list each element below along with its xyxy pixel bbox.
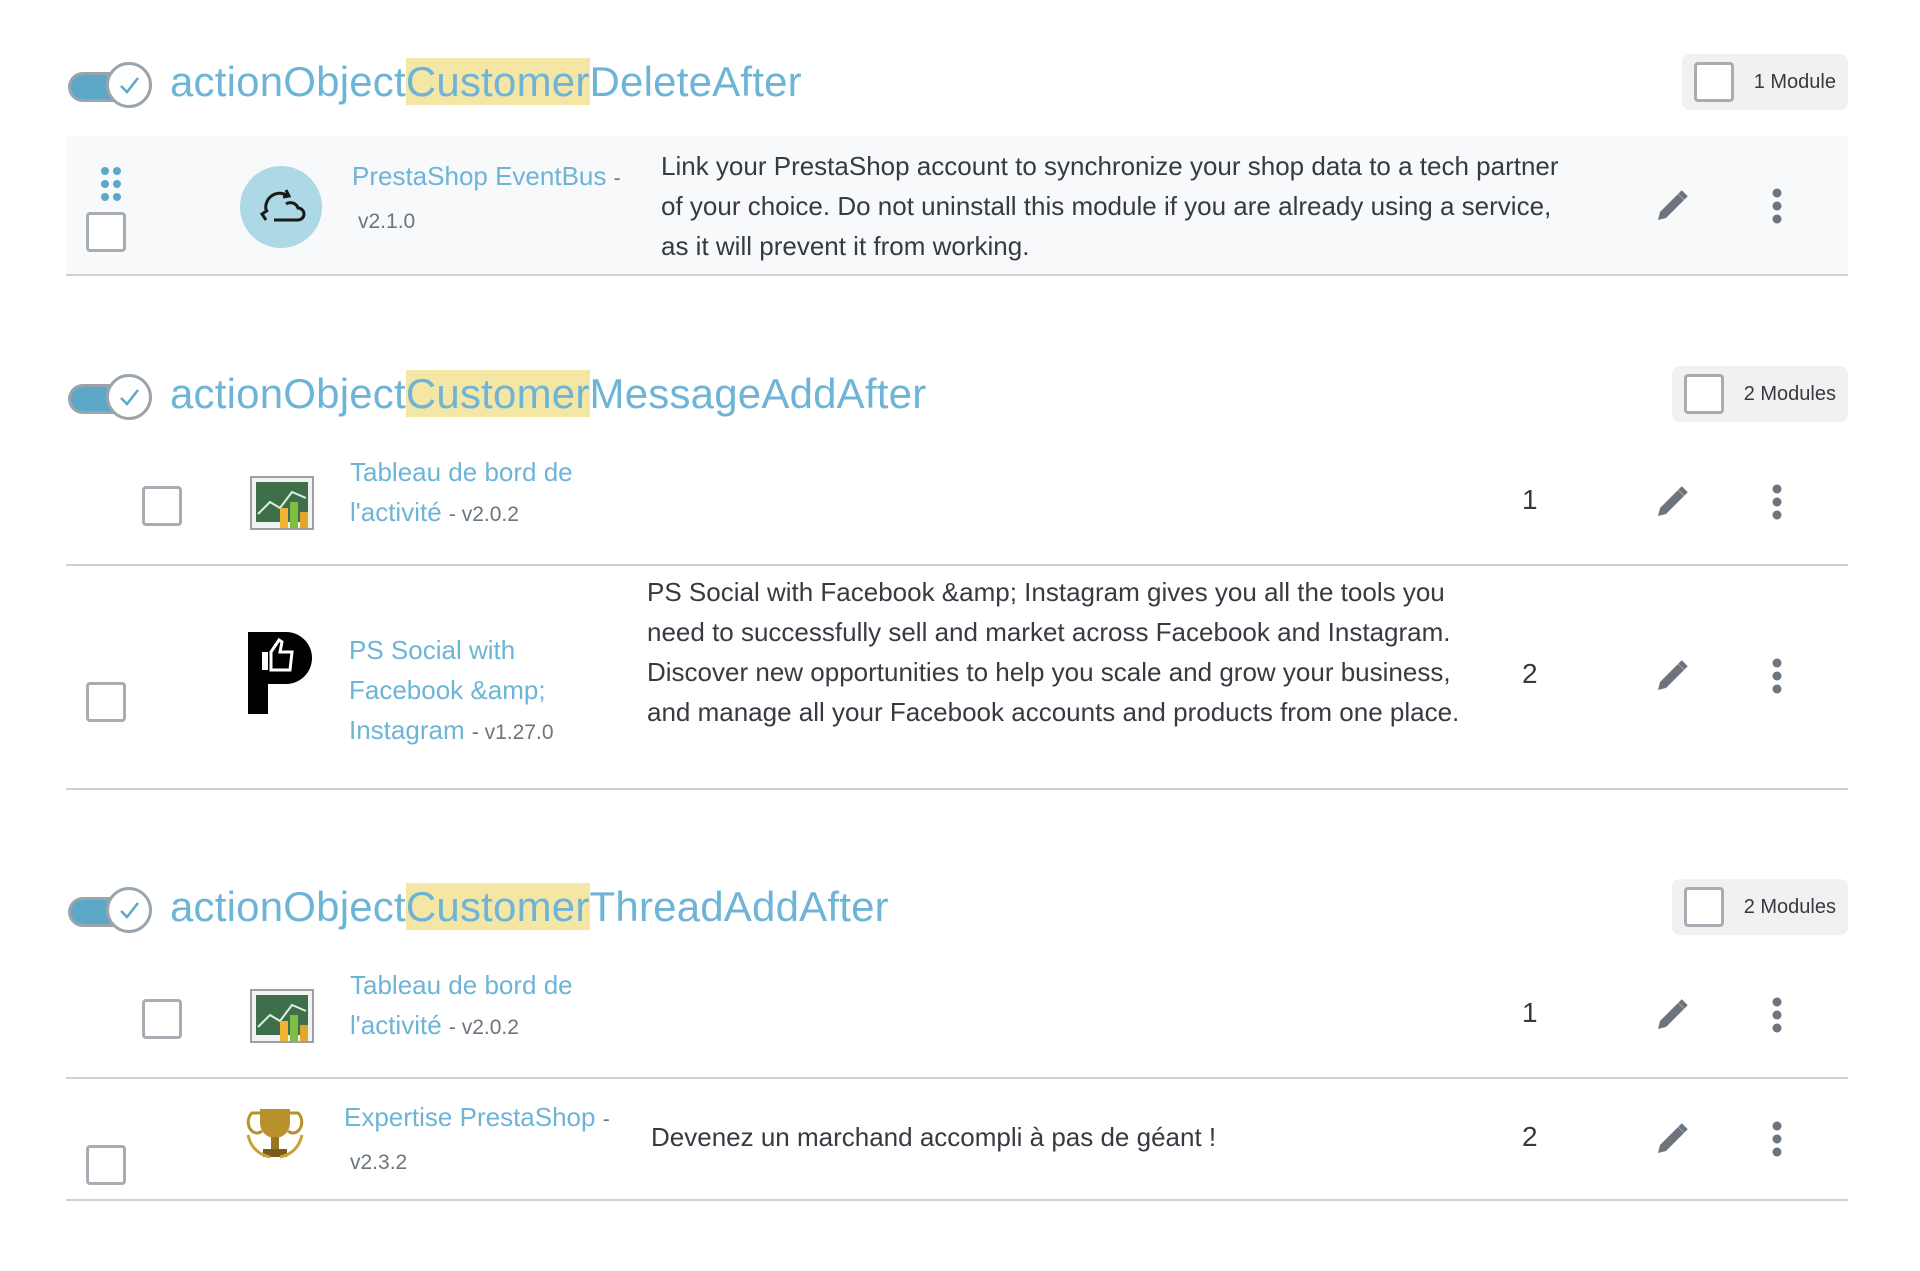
drag-handle-icon[interactable] — [100, 166, 122, 207]
module-position: 1 — [1522, 484, 1538, 515]
module-name-link[interactable]: Expertise PrestaShop - v2.3.2 — [344, 1097, 664, 1183]
dashboard-chart-icon — [250, 476, 314, 537]
hook-toggle[interactable] — [66, 62, 152, 108]
module-position: 1 — [1522, 997, 1538, 1028]
hook-section: actionObjectCustomerThreadAddAfter 2 Mod… — [66, 875, 1848, 1201]
module-checkbox[interactable] — [142, 999, 182, 1039]
hook-title: actionObjectCustomerMessageAddAfter — [170, 370, 927, 417]
more-options-icon[interactable] — [1771, 997, 1783, 1033]
hook-header: actionObjectCustomerMessageAddAfter 2 Mo… — [66, 362, 1848, 432]
edit-icon[interactable] — [1654, 188, 1690, 224]
module-count: 2 Modules — [1743, 382, 1836, 405]
module-count-badge: 2 Modules — [1671, 366, 1848, 422]
module-name-link[interactable]: PrestaShop EventBus - v2.1.0 — [352, 156, 652, 242]
module-count: 2 Modules — [1743, 895, 1836, 918]
hook-header: actionObjectCustomerDeleteAfter 1 Module — [66, 50, 1848, 120]
search-highlight: Customer — [405, 58, 590, 105]
edit-icon[interactable] — [1654, 658, 1690, 694]
module-name-link[interactable]: PS Social with Facebook &amp; Instagram … — [349, 630, 609, 753]
hook-section: actionObjectCustomerMessageAddAfter 2 Mo… — [66, 362, 1848, 790]
sync-cloud-icon — [240, 166, 322, 253]
select-all-checkbox[interactable] — [1683, 374, 1724, 414]
module-row: PrestaShop EventBus - v2.1.0 Link your P… — [66, 136, 1848, 276]
module-name-link[interactable]: Tableau de bord de l'activité - v2.0.2 — [350, 452, 670, 535]
hook-header: actionObjectCustomerThreadAddAfter 2 Mod… — [66, 875, 1848, 945]
module-row: PS Social with Facebook &amp; Instagram … — [66, 566, 1848, 790]
module-checkbox[interactable] — [142, 486, 182, 526]
dashboard-chart-icon — [250, 989, 314, 1050]
more-options-icon[interactable] — [1771, 1121, 1783, 1157]
module-count: 1 Module — [1753, 70, 1836, 93]
more-options-icon[interactable] — [1771, 484, 1783, 520]
edit-icon[interactable] — [1654, 997, 1690, 1033]
hook-toggle[interactable] — [66, 374, 152, 420]
select-all-checkbox[interactable] — [1683, 887, 1724, 927]
more-options-icon[interactable] — [1771, 188, 1783, 224]
module-checkbox[interactable] — [86, 212, 126, 252]
search-highlight: Customer — [405, 883, 590, 930]
edit-icon[interactable] — [1654, 1121, 1690, 1157]
hook-section: actionObjectCustomerDeleteAfter 1 Module — [66, 50, 1848, 276]
search-highlight: Customer — [405, 370, 590, 417]
module-row: Tableau de bord de l'activité - v2.0.2 1 — [66, 945, 1848, 1079]
module-checkbox[interactable] — [86, 1145, 126, 1185]
select-all-checkbox[interactable] — [1693, 62, 1734, 102]
module-description: PS Social with Facebook &amp; Instagram … — [647, 577, 1460, 727]
hook-toggle[interactable] — [66, 887, 152, 933]
edit-icon[interactable] — [1654, 484, 1690, 520]
check-icon — [106, 62, 152, 108]
module-description: Link your PrestaShop account to synchron… — [661, 151, 1559, 261]
module-description: Devenez un marchand accompli à pas de gé… — [651, 1122, 1217, 1152]
ps-social-thumb-icon — [246, 632, 312, 719]
trophy-icon — [244, 1105, 306, 1168]
module-position: 2 — [1522, 1121, 1538, 1152]
module-count-badge: 2 Modules — [1671, 879, 1848, 935]
more-options-icon[interactable] — [1771, 658, 1783, 694]
module-row: Expertise PrestaShop - v2.3.2 Devenez un… — [66, 1079, 1848, 1201]
module-count-badge: 1 Module — [1681, 54, 1848, 110]
module-row: Tableau de bord de l'activité - v2.0.2 1 — [66, 432, 1848, 566]
hook-title: actionObjectCustomerThreadAddAfter — [170, 883, 889, 930]
check-icon — [106, 374, 152, 420]
module-checkbox[interactable] — [86, 682, 126, 722]
hook-title: actionObjectCustomerDeleteAfter — [170, 58, 802, 105]
module-position: 2 — [1522, 658, 1538, 689]
module-name-link[interactable]: Tableau de bord de l'activité - v2.0.2 — [350, 965, 670, 1048]
check-icon — [106, 887, 152, 933]
